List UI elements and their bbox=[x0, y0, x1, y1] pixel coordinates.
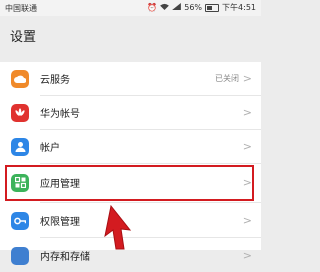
wifi-icon bbox=[160, 3, 170, 12]
account-icon bbox=[11, 137, 29, 156]
divider bbox=[40, 163, 261, 164]
settings-item-label: 华为帐号 bbox=[40, 109, 80, 120]
settings-item-accounts[interactable]: 帐户 > bbox=[0, 130, 261, 163]
chevron-right-icon: > bbox=[242, 214, 252, 227]
cloud-icon bbox=[11, 69, 29, 88]
settings-item-cloud-service[interactable]: 云服务 已关闭 > bbox=[0, 62, 261, 95]
settings-item-huawei-account[interactable]: 华为帐号 > bbox=[0, 96, 261, 129]
divider bbox=[40, 237, 261, 238]
signal-icon bbox=[172, 3, 182, 12]
settings-item-label: 权限管理 bbox=[40, 217, 80, 228]
chevron-right-icon: > bbox=[242, 249, 252, 262]
settings-item-label: 帐户 bbox=[40, 143, 60, 154]
clock-time: 下午4:51 bbox=[222, 3, 256, 12]
status-bar: 中国联通 ⏰ 56% 下午4:51 bbox=[0, 0, 261, 16]
highlight-box bbox=[5, 165, 254, 201]
alarm-icon: ⏰ bbox=[147, 3, 158, 12]
chevron-right-icon: > bbox=[242, 106, 252, 119]
settings-item-status: 已关闭 bbox=[215, 74, 239, 83]
page-title: 设置 bbox=[10, 30, 37, 45]
settings-item-label: 云服务 bbox=[40, 75, 70, 86]
huawei-logo-icon bbox=[11, 103, 29, 122]
battery-icon bbox=[205, 3, 220, 12]
chevron-right-icon: > bbox=[242, 72, 252, 85]
storage-icon bbox=[11, 246, 29, 265]
carrier-label: 中国联通 bbox=[5, 4, 37, 13]
battery-percent: 56% bbox=[184, 3, 203, 12]
status-icons: ⏰ 56% 下午4:51 bbox=[147, 2, 256, 13]
chevron-right-icon: > bbox=[242, 140, 252, 153]
settings-item-label: 内存和存储 bbox=[40, 252, 90, 263]
pointer-arrow-icon bbox=[104, 205, 132, 250]
key-icon bbox=[11, 211, 29, 230]
divider bbox=[40, 202, 261, 203]
